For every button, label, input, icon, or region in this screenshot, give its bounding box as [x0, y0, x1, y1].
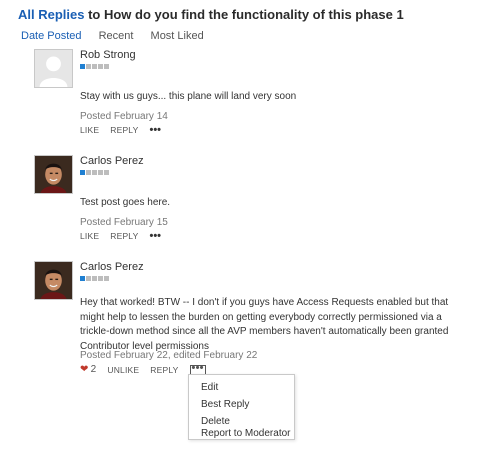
rank-indicator [80, 64, 109, 69]
reply-button[interactable]: REPLY [110, 231, 138, 241]
more-options-icon[interactable]: ••• [189, 362, 206, 375]
thread-title: to How do you find the functionality of … [88, 7, 404, 22]
user-photo-icon [35, 156, 72, 193]
post-body: Hey that worked! BTW -- I don't if you g… [80, 297, 449, 352]
post-actions: LIKE REPLY ••• [80, 125, 161, 136]
reply-button[interactable]: REPLY [110, 125, 138, 135]
page-title: All Replies to How do you find the funct… [18, 7, 404, 22]
tab-most-liked[interactable]: Most Liked [151, 30, 204, 42]
menu-item-best-reply[interactable]: Best Reply [201, 399, 249, 410]
rank-indicator [80, 170, 109, 175]
post-actions: LIKE REPLY ••• [80, 231, 161, 242]
reply-button[interactable]: REPLY [150, 365, 178, 375]
like-count: 2 [90, 364, 97, 375]
sort-tabs: Date Posted Recent Most Liked [21, 30, 218, 42]
like-button[interactable]: LIKE [80, 125, 99, 135]
avatar[interactable] [34, 261, 73, 300]
post-body: Stay with us guys... this plane will lan… [80, 91, 297, 102]
post-body: Test post goes here. [80, 197, 171, 208]
heart-icon: ❤ [80, 364, 89, 375]
post-options-menu: Edit Best Reply Delete Report to Moderat… [188, 374, 295, 440]
menu-item-edit[interactable]: Edit [201, 382, 218, 393]
post-date: Posted February 14 [80, 111, 168, 122]
post-date: Posted February 22, edited February 22 [80, 350, 258, 361]
avatar[interactable] [34, 155, 73, 194]
all-replies-link[interactable]: All Replies [18, 7, 84, 22]
author-name[interactable]: Rob Strong [80, 49, 136, 61]
avatar[interactable] [34, 49, 73, 88]
author-name[interactable]: Carlos Perez [80, 155, 144, 167]
like-button[interactable]: LIKE [80, 231, 99, 241]
rank-indicator [80, 276, 109, 281]
tab-date-posted[interactable]: Date Posted [21, 30, 82, 42]
post-actions: ❤ 2 UNLIKE REPLY ••• [80, 362, 206, 375]
more-options-icon[interactable]: ••• [149, 125, 161, 136]
author-name[interactable]: Carlos Perez [80, 261, 144, 273]
menu-item-report-to-moderator[interactable]: Report to Moderator [201, 428, 291, 439]
menu-item-delete[interactable]: Delete [201, 416, 230, 427]
tab-recent[interactable]: Recent [99, 30, 134, 42]
default-user-icon [35, 50, 72, 87]
user-photo-icon [35, 262, 72, 299]
unlike-button[interactable]: UNLIKE [107, 365, 139, 375]
more-options-icon[interactable]: ••• [149, 231, 161, 242]
post-date: Posted February 15 [80, 217, 168, 228]
